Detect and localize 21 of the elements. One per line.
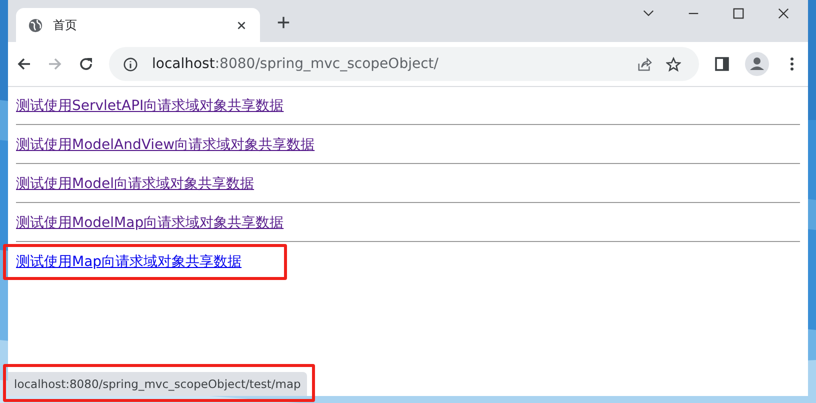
back-icon[interactable] bbox=[16, 56, 32, 72]
avatar-icon[interactable] bbox=[745, 52, 769, 76]
new-tab-icon[interactable] bbox=[276, 15, 291, 30]
star-icon[interactable] bbox=[666, 56, 681, 72]
page-link[interactable]: 测试使用Map向请求域对象共享数据 bbox=[16, 253, 242, 271]
share-icon[interactable] bbox=[637, 56, 652, 72]
address-bar[interactable]: localhost:8080/spring_mvc_scopeObject/ bbox=[109, 47, 699, 81]
page-link[interactable]: 测试使用ServletAPI向请求域对象共享数据 bbox=[16, 97, 284, 115]
status-url: localhost:8080/spring_mvc_scopeObject/test/map bbox=[8, 372, 307, 396]
info-icon bbox=[123, 56, 138, 72]
reload-icon[interactable] bbox=[78, 56, 94, 72]
page-link[interactable]: 测试使用ModelAndView向请求域对象共享数据 bbox=[16, 136, 315, 154]
page-link[interactable]: 测试使用Model向请求域对象共享数据 bbox=[16, 175, 254, 193]
url-text: localhost:8080/spring_mvc_scopeObject/ bbox=[152, 56, 438, 72]
browser-tab[interactable]: 首页 bbox=[16, 8, 260, 42]
globe-icon bbox=[28, 18, 43, 32]
page-link[interactable]: 测试使用ModelMap向请求域对象共享数据 bbox=[16, 214, 284, 232]
side-panel-icon[interactable] bbox=[714, 56, 730, 72]
tab-title: 首页 bbox=[53, 16, 78, 34]
maximize-icon[interactable] bbox=[732, 7, 745, 20]
close-icon[interactable] bbox=[777, 7, 790, 20]
